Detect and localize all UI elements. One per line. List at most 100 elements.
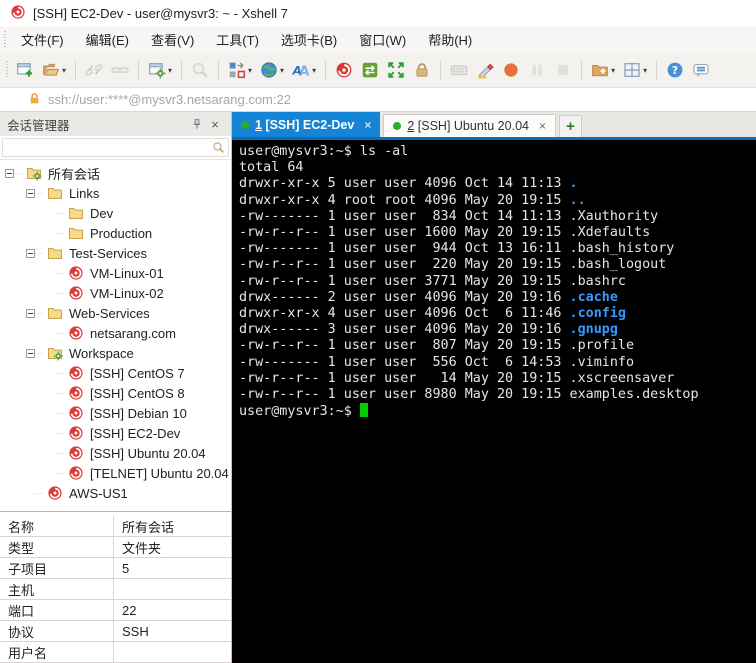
- tree-item-netsarang-com[interactable]: netsarang.com: [0, 323, 231, 343]
- link-broken-icon: [85, 61, 103, 79]
- open-session-button[interactable]: ▾: [38, 57, 70, 83]
- tree-item-workspace[interactable]: Workspace: [0, 343, 231, 363]
- svg-text:?: ?: [672, 64, 678, 77]
- menu-view[interactable]: 查看(V): [140, 26, 205, 53]
- tree-item-aws-us1[interactable]: AWS-US1: [0, 483, 231, 503]
- tree-indent: [47, 469, 56, 478]
- tab-close-icon[interactable]: ×: [364, 118, 371, 132]
- tree-indent: [47, 409, 56, 418]
- tree-item--ssh-centos-8[interactable]: [SSH] CentOS 8: [0, 383, 231, 403]
- folder-open-icon: [42, 61, 60, 79]
- tree-connector: [56, 373, 65, 374]
- menu-window[interactable]: 窗口(W): [348, 26, 417, 53]
- xshell-button[interactable]: [331, 57, 357, 83]
- chevron-down-icon[interactable]: ▾: [168, 66, 172, 75]
- tab-label: 1 [SSH] EC2-Dev: [255, 118, 354, 132]
- tree-item--ssh-centos-7[interactable]: [SSH] CentOS 7: [0, 363, 231, 383]
- tree-item--ssh-debian-10[interactable]: [SSH] Debian 10: [0, 403, 231, 423]
- session-search-input[interactable]: [2, 138, 229, 157]
- chevron-down-icon[interactable]: ▾: [280, 66, 284, 75]
- menubar-grip[interactable]: [2, 31, 7, 49]
- help-button[interactable]: ?: [662, 57, 688, 83]
- toolbar-separator: [138, 60, 139, 80]
- tree-connector: [56, 393, 65, 394]
- tree-item-test-services[interactable]: Test-Services: [0, 243, 231, 263]
- record-button[interactable]: [498, 57, 524, 83]
- menu-tools[interactable]: 工具(T): [205, 26, 270, 53]
- tree-item-vm-linux-01[interactable]: VM-Linux-01: [0, 263, 231, 283]
- expander-minus-icon[interactable]: [26, 249, 35, 258]
- compose-pane-button[interactable]: ▾: [224, 57, 256, 83]
- toolbar-separator: [440, 60, 441, 80]
- chevron-down-icon[interactable]: ▾: [248, 66, 252, 75]
- tab--ssh-ec2-dev[interactable]: 1 [SSH] EC2-Dev ×: [232, 112, 380, 137]
- chevron-down-icon[interactable]: ▾: [643, 66, 647, 75]
- new-tab-button[interactable]: +: [559, 115, 582, 137]
- terminal-line: -rw-r--r-- 1 user user 3771 May 20 19:15…: [239, 274, 756, 290]
- menu-tabs[interactable]: 选项卡(B): [270, 26, 348, 53]
- expander-minus-icon[interactable]: [26, 309, 35, 318]
- tree-item-label: netsarang.com: [90, 326, 176, 341]
- folder-icon: [68, 205, 85, 221]
- chevron-down-icon[interactable]: ▾: [611, 66, 615, 75]
- font-icon: AA: [292, 61, 310, 79]
- session-icon: [68, 365, 85, 381]
- new-session-button[interactable]: [12, 57, 38, 83]
- tree-item-vm-linux-02[interactable]: VM-Linux-02: [0, 283, 231, 303]
- tree-item--ssh-ubuntu-20-04[interactable]: [SSH] Ubuntu 20.04: [0, 443, 231, 463]
- tree-item--telnet-ubuntu-20-04[interactable]: [TELNET] Ubuntu 20.04: [0, 463, 231, 483]
- terminal-screen[interactable]: user@mysvr3:~$ ls -altotal 64drwxr-xr-x …: [232, 140, 756, 663]
- tree-item-所有会话[interactable]: 所有会话: [0, 163, 231, 183]
- property-row: 名称所有会话: [0, 516, 231, 537]
- tree-item-label: Production: [90, 226, 152, 241]
- web-browser-button[interactable]: ▾: [256, 57, 288, 83]
- terminal-line: -rw-r--r-- 1 user user 14 May 20 19:15 .…: [239, 371, 756, 387]
- tree-connector: [56, 233, 65, 234]
- tree-item-dev[interactable]: Dev: [0, 203, 231, 223]
- keyboard-icon: [450, 61, 468, 79]
- xftp-button[interactable]: [357, 57, 383, 83]
- lock-screen-button[interactable]: [409, 57, 435, 83]
- font-button[interactable]: AA▾: [288, 57, 320, 83]
- new-folder-button[interactable]: ▾: [587, 57, 619, 83]
- app-logo-icon: [10, 4, 26, 23]
- pin-icon[interactable]: [188, 115, 206, 133]
- session-search-row: [0, 136, 231, 160]
- tree-item-web-services[interactable]: Web-Services: [0, 303, 231, 323]
- expander-minus-icon[interactable]: [26, 349, 35, 358]
- property-label: 子项目: [0, 558, 114, 578]
- tab-close-icon[interactable]: ×: [539, 119, 546, 133]
- highlight-button[interactable]: [472, 57, 498, 83]
- menu-edit[interactable]: 编辑(E): [75, 26, 140, 53]
- expander-minus-icon[interactable]: [5, 169, 14, 178]
- close-icon[interactable]: ×: [206, 115, 224, 133]
- property-row: 主机: [0, 579, 231, 600]
- tile-layout-button[interactable]: ▾: [619, 57, 651, 83]
- connected-status-icon: [241, 121, 249, 129]
- tab--ssh-ubuntu-20-04[interactable]: 2 [SSH] Ubuntu 20.04×: [383, 114, 556, 137]
- terminal-line: drwxr-xr-x 4 user user 4096 Oct 6 11:46 …: [239, 306, 756, 322]
- menu-file[interactable]: 文件(F): [10, 26, 75, 53]
- tree-item-label: AWS-US1: [69, 486, 128, 501]
- property-value: 所有会话: [114, 516, 231, 536]
- tree-item-links[interactable]: Links: [0, 183, 231, 203]
- session-manager-title: 会话管理器: [7, 115, 70, 134]
- address-bar[interactable]: ssh://user:****@mysvr3.netsarang.com:22: [0, 88, 756, 112]
- expander-minus-icon[interactable]: [26, 189, 35, 198]
- tree-indent: [26, 489, 35, 498]
- toolbar: ▾▾▾▾AA▾▾▾?: [0, 53, 756, 88]
- toolbar-grip[interactable]: [4, 61, 9, 79]
- tree-connector: [56, 213, 65, 214]
- virtual-keyboard-button: [446, 57, 472, 83]
- tree-item-production[interactable]: Production: [0, 223, 231, 243]
- chevron-down-icon[interactable]: ▾: [62, 66, 66, 75]
- tree-item--ssh-ec2-dev[interactable]: [SSH] EC2-Dev: [0, 423, 231, 443]
- terminal-line: drwx------ 3 user user 4096 May 20 19:16…: [239, 322, 756, 338]
- feedback-button[interactable]: [688, 57, 714, 83]
- fullscreen-button[interactable]: [383, 57, 409, 83]
- session-properties-button[interactable]: ▾: [144, 57, 176, 83]
- menu-help[interactable]: 帮助(H): [417, 26, 483, 53]
- chevron-down-icon[interactable]: ▾: [312, 66, 316, 75]
- session-manager-panel: 会话管理器 × 所有会话LinksDevProductionTest-Servi…: [0, 112, 232, 663]
- connected-status-icon: [393, 122, 401, 130]
